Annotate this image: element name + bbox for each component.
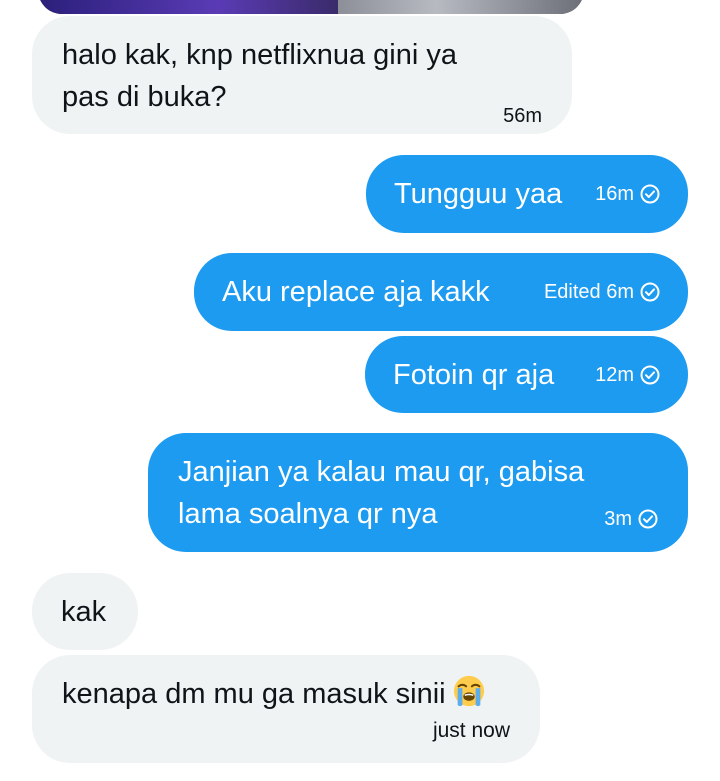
message-text: Tungguu yaa xyxy=(394,178,563,210)
check-circle-icon xyxy=(640,282,660,302)
message-timestamp: just now xyxy=(432,719,510,742)
media-right-region xyxy=(338,0,584,14)
loudly-crying-face-emoji xyxy=(453,675,484,707)
outgoing-message-bubble[interactable]: Aku replace aja kakk Edited 6m xyxy=(194,253,688,331)
incoming-message-bubble[interactable]: kak xyxy=(32,573,138,650)
message-timestamp: 12m xyxy=(595,363,634,386)
message-timestamp: 3m xyxy=(604,508,632,530)
message-text: Fotoin qr aja xyxy=(393,358,555,391)
message-text-line: kenapa dm mu ga masuk sinii xyxy=(62,673,510,715)
outgoing-message-bubble[interactable]: Fotoin qr aja 12m xyxy=(365,336,688,413)
message-text-line: pas di buka? xyxy=(62,81,227,113)
media-left-region xyxy=(38,0,338,14)
incoming-message-bubble[interactable]: kenapa dm mu ga masuk sinii just now xyxy=(32,655,540,763)
media-attachment-preview[interactable] xyxy=(38,0,584,14)
message-text: kenapa dm mu ga masuk sinii xyxy=(62,678,446,710)
message-text: kak xyxy=(61,595,107,628)
outgoing-message-bubble[interactable]: Tungguu yaa 16m xyxy=(366,155,688,233)
message-text-line: lama soalnya qr nya xyxy=(178,498,438,530)
message-timestamp: Edited 6m xyxy=(543,281,634,303)
message-meta: 16m xyxy=(595,182,660,206)
check-circle-icon xyxy=(640,365,660,384)
message-text-line: halo kak, knp netflixnua gini ya xyxy=(62,39,457,71)
check-circle-icon xyxy=(638,509,658,529)
message-text: Aku replace aja kakk xyxy=(222,276,490,308)
message-timestamp: 56m xyxy=(503,105,542,127)
dm-conversation: halo kak, knp netflixnua gini ya pas di … xyxy=(0,0,720,781)
incoming-message-bubble[interactable]: halo kak, knp netflixnua gini ya pas di … xyxy=(32,16,572,134)
message-meta: Edited 6m xyxy=(544,280,660,304)
outgoing-message-bubble[interactable]: Janjian ya kalau mau qr, gabisa lama soa… xyxy=(148,433,688,552)
check-circle-icon xyxy=(640,184,660,204)
message-meta: 3m xyxy=(604,507,658,531)
message-meta: 12m xyxy=(595,363,660,387)
message-timestamp: 16m xyxy=(595,183,634,205)
message-text-line: Janjian ya kalau mau qr, gabisa xyxy=(178,456,585,488)
